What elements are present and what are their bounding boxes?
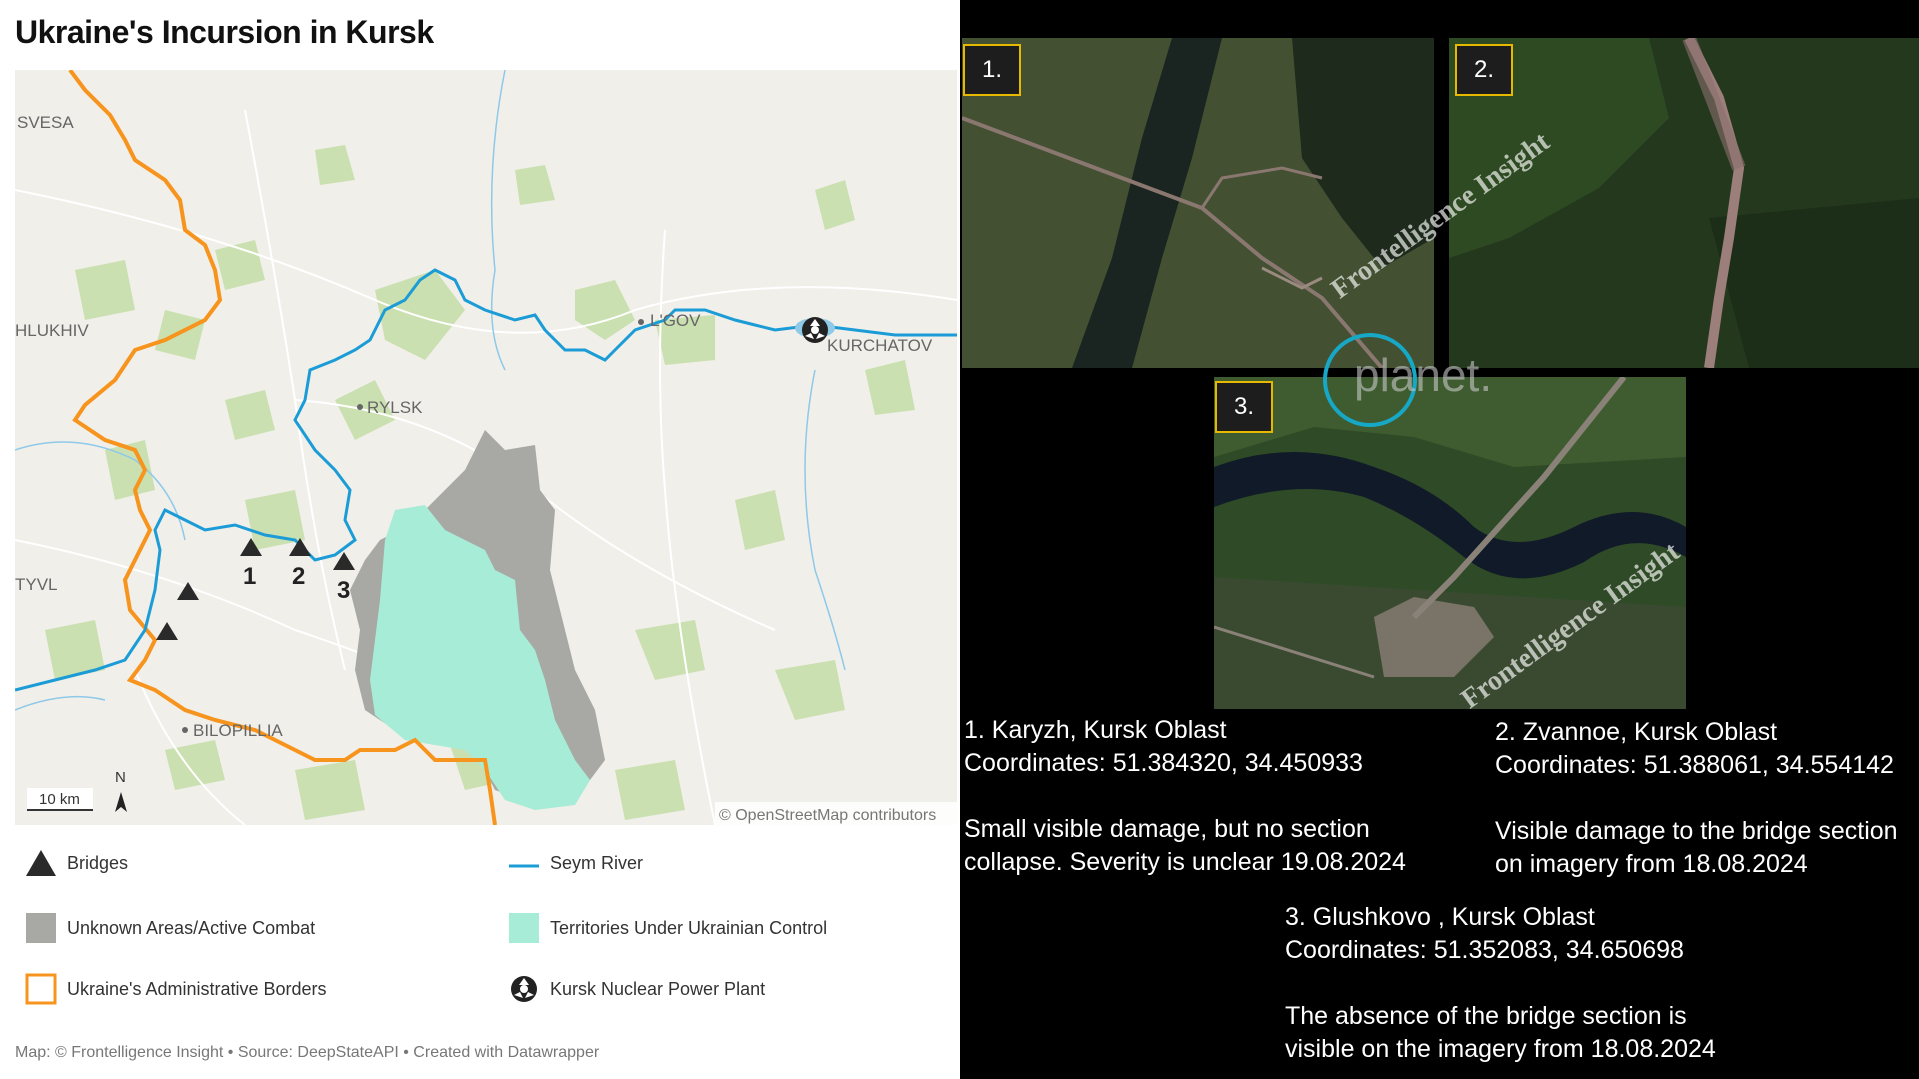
legend-label: Territories Under Ukrainian Control (550, 917, 828, 938)
kursk-map: SVESA HLUKHIV L'GOV KURCHATOV RYLSK TYVL… (15, 70, 957, 825)
planet-logo: planet. (1322, 330, 1522, 430)
legend-label: Kursk Nuclear Power Plant (550, 978, 766, 999)
lgov-dot (638, 319, 644, 325)
legend-bridges: Bridges (15, 848, 128, 878)
caption-2-coords: Coordinates: 51.388061, 34.554142 (1495, 751, 1894, 779)
scale-bar: 10 km (27, 788, 93, 811)
legend-combat: Unknown Areas/Active Combat (15, 911, 315, 945)
bilopillia-dot (182, 727, 188, 733)
legend-ukr-control: Territories Under Ukrainian Control (498, 911, 827, 945)
caption-3-coords: Coordinates: 51.352083, 34.650698 (1285, 936, 1684, 964)
city-lgov: L'GOV (650, 311, 701, 330)
gray-square-icon (26, 913, 56, 943)
caption-2: 2. Zvannoe, Kursk Oblast Coordinates: 51… (1495, 716, 1898, 881)
teal-square-icon (509, 913, 539, 943)
caption-2-desc-2: on imagery from 18.08.2024 (1495, 850, 1808, 878)
satellite-image-2 (1449, 38, 1919, 368)
city-svesa: SVESA (17, 113, 74, 132)
legend-label: Bridges (67, 852, 129, 873)
river-line-icon (509, 864, 539, 868)
city-kurchatov: KURCHATOV (827, 336, 933, 355)
legend-label: Seym River (550, 852, 644, 873)
scale-label: 10 km (39, 791, 80, 808)
bridge-label-2: 2 (292, 563, 305, 590)
legend-label: Unknown Areas/Active Combat (67, 917, 316, 938)
rylsk-dot (357, 404, 363, 410)
panel-badge-2: 2. (1455, 44, 1513, 96)
city-hlukhiv: HLUKHIV (15, 321, 89, 340)
orange-square-icon (25, 973, 57, 1005)
legend-nuclear-plant: Kursk Nuclear Power Plant (498, 972, 765, 1006)
map-panel: Ukraine's Incursion in Kursk SVESA HLUKH… (0, 0, 960, 1079)
bridge-label-3: 3 (337, 577, 350, 604)
city-tyvl: TYVL (15, 575, 58, 594)
caption-2-title: 2. Zvannoe, Kursk Oblast (1495, 718, 1778, 746)
footer-credits: Map: © Frontelligence Insight • Source: … (15, 1044, 600, 1061)
map-attribution: © OpenStreetMap contributors (719, 807, 936, 824)
caption-1-desc-2: collapse. Severity is unclear 19.08.2024 (964, 848, 1406, 876)
page-title: Ukraine's Incursion in Kursk (15, 14, 434, 50)
caption-1-coords: Coordinates: 51.384320, 34.450933 (964, 749, 1363, 777)
legend-seym: Seym River (498, 848, 643, 878)
panel-badge-1: 1. (963, 44, 1021, 96)
nuclear-plant-icon (802, 317, 828, 343)
legend-label: Ukraine's Administrative Borders (67, 978, 327, 999)
north-label: N (115, 769, 126, 786)
caption-2-desc-1: Visible damage to the bridge section (1495, 817, 1898, 845)
caption-1-title: 1. Karyzh, Kursk Oblast (964, 716, 1227, 744)
caption-3: 3. Glushkovo , Kursk Oblast Coordinates:… (1285, 901, 1716, 1066)
satellite-image-1 (962, 38, 1434, 368)
caption-1: 1. Karyzh, Kursk Oblast Coordinates: 51.… (964, 714, 1406, 879)
caption-3-desc-2: visible on the imagery from 18.08.2024 (1285, 1035, 1716, 1063)
bridge-label-1: 1 (243, 563, 256, 590)
radiation-icon (511, 976, 537, 1002)
legend-admin-borders: Ukraine's Administrative Borders (15, 972, 327, 1006)
city-rylsk: RYLSK (367, 398, 423, 417)
panel-badge-3: 3. (1215, 381, 1273, 433)
caption-3-desc-1: The absence of the bridge section is (1285, 1002, 1687, 1030)
city-bilopillia: BILOPILLIA (193, 721, 283, 740)
caption-1-desc-1: Small visible damage, but no section (964, 815, 1370, 843)
planet-logo-text: planet. (1354, 349, 1493, 401)
triangle-icon (26, 850, 56, 876)
caption-3-title: 3. Glushkovo , Kursk Oblast (1285, 903, 1595, 931)
